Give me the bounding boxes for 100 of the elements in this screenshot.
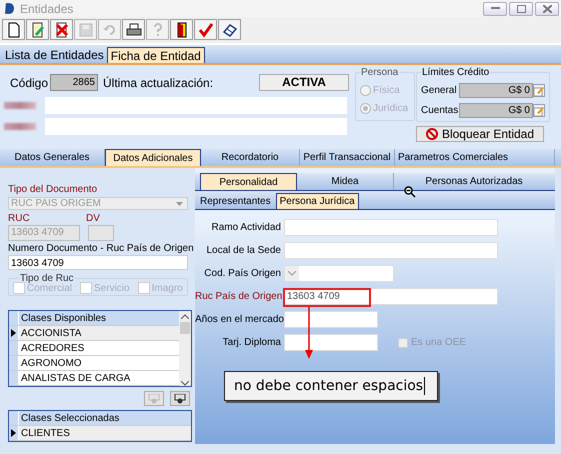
code-field: 2865 [50,74,98,91]
scroll-thumb[interactable] [180,322,190,334]
group-title: Persona [360,67,400,78]
checkbox[interactable] [80,282,92,294]
input-field[interactable] [284,334,378,351]
add-button[interactable] [144,391,164,406]
row-selector[interactable] [9,426,19,440]
input-field[interactable] [45,97,347,114]
grid-row[interactable]: ANALISTAS DE CARGA [19,372,130,384]
remove-button[interactable] [170,391,190,406]
row-pointer-icon [11,429,16,437]
annotation-text: no debe contener espacios [234,377,424,396]
scroll-up-icon[interactable] [181,314,189,319]
zoom-out-icon [404,186,416,198]
toolbar-button[interactable] [2,19,25,40]
checkbox-label: Imagro [152,282,183,294]
status-field: ACTIVA [259,74,349,91]
tab[interactable]: Midea [297,173,394,190]
printer-icon [126,22,142,38]
document-number-field[interactable]: 13603 4709 [8,255,188,270]
tab[interactable]: Personalidad [200,173,297,190]
tab[interactable]: Recordatorio [201,149,300,166]
field-label: Tipo del Documento [8,184,98,195]
scrollbar[interactable] [179,311,191,386]
field-label: Local de la Sede [205,245,281,256]
document-icon [6,22,22,38]
input-field[interactable] [284,311,378,328]
checkbox-label: Servicio [94,282,130,294]
eraser-icon [222,22,238,38]
scroll-down-icon[interactable] [181,381,189,386]
radio-label: Física [373,85,400,96]
field-label: Cod. País Origen [203,268,281,279]
row-selector[interactable] [9,326,19,340]
redacted-label [4,123,36,130]
delete-icon [54,22,70,38]
field-label: Tarj. Diploma [222,337,281,348]
dropdown-arrow-icon [176,202,183,206]
edit-icon[interactable] [533,84,545,97]
checkbox-label: Es una OEE [411,337,466,348]
checkbox[interactable] [13,282,25,294]
annotation-arrow [305,307,313,359]
field-label: Ruc País de Origen [195,291,281,302]
toolbar-button[interactable] [50,19,73,40]
input-field[interactable] [284,219,498,236]
minimize-button[interactable] [483,2,507,16]
tab[interactable]: Persona Jurídica [276,193,359,209]
monitor-icon [174,394,186,404]
grid-row[interactable]: ACREDORES [19,342,84,354]
group-title: Tipo de Ruc [19,273,75,284]
tab[interactable]: Lista de Entidades [2,47,107,63]
restore-icon [516,4,526,12]
input-field[interactable] [45,118,347,135]
radio-button[interactable] [360,85,371,96]
field-label: RUC [8,213,31,224]
credit-label: General [421,85,458,96]
credit-label: Cuentas [421,105,459,116]
field-label: Años en el mercado [195,314,281,325]
column-header: Clases Disponibles [20,312,106,324]
block-button[interactable]: Bloquear Entidad [416,126,544,142]
tab[interactable]: Perfil Transaccional [300,149,395,166]
tab[interactable]: Representantes [197,193,274,209]
text-cursor [424,377,426,395]
monitor-icon [148,394,160,404]
tab[interactable]: Parametros Comerciales [395,149,555,166]
row-pointer-icon [11,329,16,337]
toolbar-button[interactable] [170,19,193,40]
window-title: Entidades [20,2,74,16]
dv-field [88,225,114,242]
checkmark-icon [198,22,214,38]
tab[interactable]: Datos Adicionales [105,149,201,166]
input-field[interactable] [284,242,498,259]
close-button[interactable] [535,2,559,16]
field-label: DV [86,213,100,224]
input-field[interactable]: 13603 4709 [284,288,498,305]
edit-icon[interactable] [533,104,545,117]
close-icon [542,4,552,12]
tab[interactable]: Ficha de Entidad [106,47,205,63]
minimize-icon [490,7,500,10]
restore-button[interactable] [509,2,533,16]
grid-row[interactable]: AGRONOMO [19,358,82,368]
toolbar-button[interactable] [122,19,145,40]
credit-field: G$ 0 [459,83,533,98]
tab[interactable]: Personas Autorizadas [394,173,554,190]
toolbar-button[interactable] [26,19,49,40]
input-field[interactable] [284,265,394,282]
ruc-field: 13603 4709 [8,225,80,242]
credit-field: G$ 0 [459,103,533,118]
prohibited-icon [426,128,438,140]
pencil-document-icon [30,22,46,38]
redacted-label [4,102,36,109]
radio-label: Jurídica [373,103,408,114]
radio-button[interactable] [360,103,371,114]
field-label: Ramo Actividad [210,222,281,233]
checkbox[interactable] [138,282,150,294]
last-update-label: Última actualización: [103,76,214,90]
checkbox-label: Comercial [27,282,72,294]
code-label: Código [9,76,50,90]
toolbar-button[interactable] [218,19,241,40]
app-logo-icon [5,3,14,14]
checkbox[interactable] [398,338,408,348]
